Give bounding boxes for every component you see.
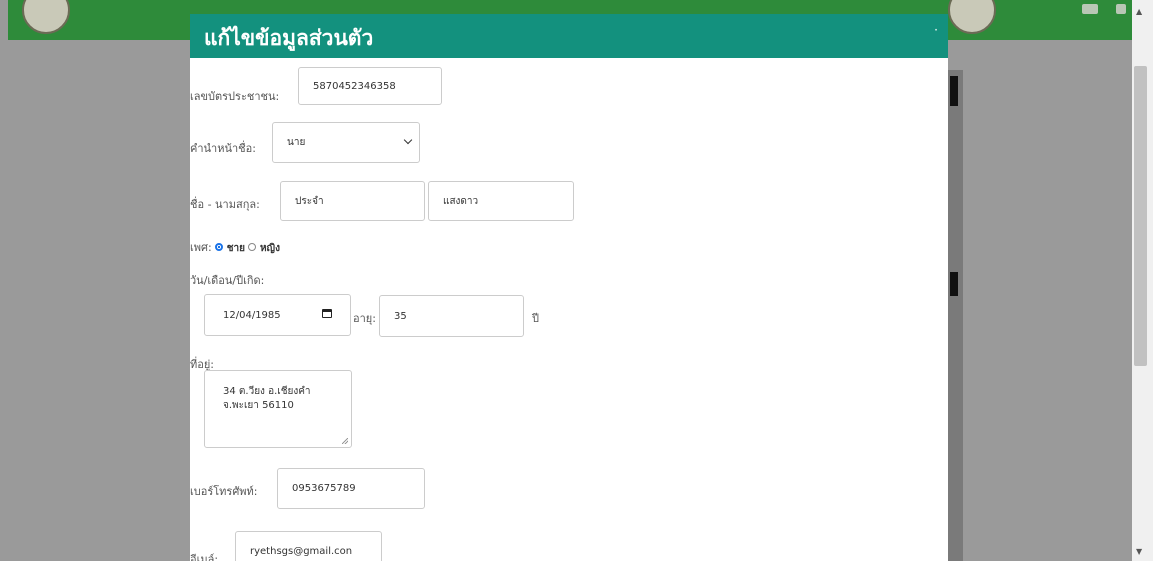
scroll-up-icon[interactable]: ▲ xyxy=(1136,8,1142,16)
menu-icon[interactable] xyxy=(1082,4,1098,14)
scrollbar-thumb[interactable] xyxy=(1134,66,1147,366)
phone-label: เบอร์โทรศัพท์: xyxy=(190,485,258,498)
calendar-icon[interactable] xyxy=(322,309,332,318)
close-icon[interactable]: · xyxy=(934,23,938,37)
age-input[interactable]: 35 xyxy=(379,295,524,337)
background-block xyxy=(950,76,958,106)
age-label: อายุ: xyxy=(353,312,376,325)
last-name-input[interactable]: แสงดาว xyxy=(428,181,574,221)
gender-male-label[interactable]: ชาย xyxy=(227,243,245,254)
citizen-id-input[interactable]: 5870452346358 xyxy=(298,67,442,105)
background-block xyxy=(950,272,958,296)
gender-label: เพศ: xyxy=(190,241,212,254)
birthdate-value: 12/04/1985 xyxy=(223,309,281,321)
address-textarea[interactable]: 34 ต.วียง อ.เชียงคำ จ.พะเยา 56110 xyxy=(204,370,352,448)
chevron-down-icon xyxy=(403,135,413,145)
gender-female-label[interactable]: หญิง xyxy=(260,243,280,254)
prefix-label: คำนำหน้าชื่อ: xyxy=(190,142,256,155)
resize-grip-icon[interactable] xyxy=(342,438,348,444)
birthdate-label: วัน/เดือน/ปีเกิด: xyxy=(190,274,265,287)
plus-icon[interactable] xyxy=(1116,4,1126,14)
modal-header: แก้ไขข้อมูลส่วนตัว · xyxy=(190,14,948,58)
prefix-selected: นาย xyxy=(287,137,306,148)
phone-input[interactable]: 0953675789 xyxy=(277,468,425,509)
age-unit: ปี xyxy=(532,312,539,325)
gender-male-radio[interactable] xyxy=(215,243,224,251)
background-panel xyxy=(947,70,963,561)
modal-title: แก้ไขข้อมูลส่วนตัว xyxy=(204,26,374,50)
gender-female-radio[interactable] xyxy=(248,243,257,251)
first-name-input[interactable]: ประจำ xyxy=(280,181,425,221)
gender-row: เพศ: ชาย หญิง xyxy=(190,238,280,256)
scroll-down-icon[interactable]: ▼ xyxy=(1136,548,1142,556)
prefix-select[interactable]: นาย xyxy=(272,122,420,163)
citizen-id-label: เลขบัตรประชาชน: xyxy=(190,90,280,103)
email-label: อีเมล์: xyxy=(190,553,219,561)
edit-profile-modal: แก้ไขข้อมูลส่วนตัว · เลขบัตรประชาชน: 587… xyxy=(190,14,948,561)
email-input[interactable]: ryethsgs@gmail.con xyxy=(235,531,382,561)
name-label: ชื่อ - นามสกุล: xyxy=(190,198,260,211)
birthdate-input[interactable]: 12/04/1985 xyxy=(204,294,351,336)
